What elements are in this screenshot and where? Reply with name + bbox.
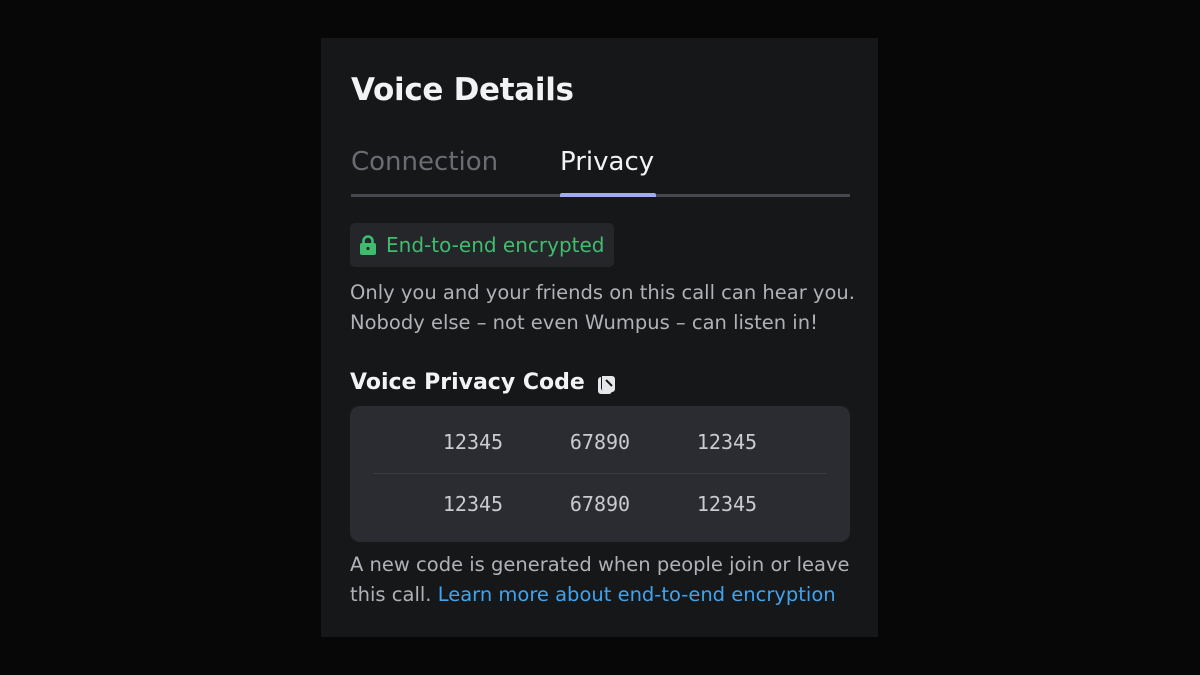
voice-details-panel: Voice Details Connection Privacy End-to-… [321, 38, 878, 637]
code-segment: 12345 [442, 430, 504, 454]
active-tab-indicator [560, 193, 656, 197]
privacy-description: Only you and your friends on this call c… [350, 278, 855, 338]
description-line-2: Nobody else – not even Wumpus – can list… [350, 311, 818, 334]
lock-icon [359, 235, 377, 255]
code-segment: 12345 [696, 492, 758, 516]
tab-privacy[interactable]: Privacy [560, 142, 654, 182]
privacy-code-heading: Voice Privacy Code [350, 366, 617, 400]
code-row: 12345 67890 12345 [350, 474, 850, 534]
panel-title: Voice Details [351, 72, 574, 108]
code-segment: 12345 [696, 430, 758, 454]
encryption-badge: End-to-end encrypted [350, 223, 614, 267]
code-segment: 67890 [569, 492, 631, 516]
privacy-code-box: 12345 67890 12345 12345 67890 12345 [350, 406, 850, 542]
code-row: 12345 67890 12345 [350, 412, 850, 472]
code-segment: 67890 [569, 430, 631, 454]
tab-bar: Connection Privacy [351, 142, 850, 197]
copy-icon[interactable] [595, 372, 617, 394]
privacy-code-title: Voice Privacy Code [350, 370, 585, 395]
learn-more-link[interactable]: Learn more about end-to-end encryption [438, 583, 836, 606]
encryption-badge-label: End-to-end encrypted [386, 233, 605, 257]
description-line-1: Only you and your friends on this call c… [350, 281, 855, 304]
tab-connection[interactable]: Connection [351, 142, 498, 182]
code-segment: 12345 [442, 492, 504, 516]
code-footer-note: A new code is generated when people join… [350, 550, 855, 610]
